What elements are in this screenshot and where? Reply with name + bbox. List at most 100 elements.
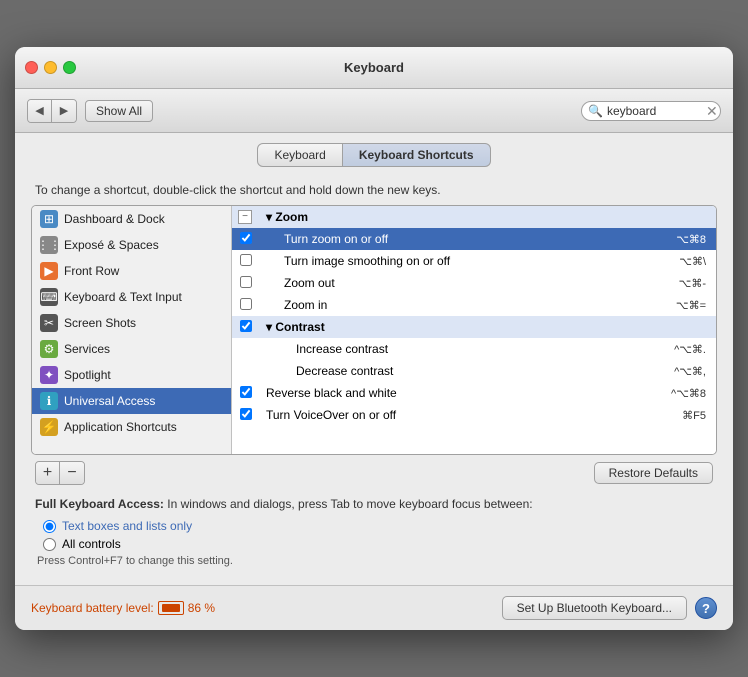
zoom-in-label: Zoom in — [260, 294, 622, 316]
tab-keyboard[interactable]: Keyboard — [257, 143, 342, 167]
zoom-on-off-label: Turn zoom on or off — [260, 228, 622, 250]
sidebar-item-label: Front Row — [64, 264, 119, 278]
shortcut-row-zoom-in[interactable]: Zoom in ⌥⌘= — [232, 294, 716, 316]
zoom-button[interactable] — [63, 61, 76, 74]
universal-access-icon: ℹ — [40, 392, 58, 410]
shortcut-row-voiceover[interactable]: Turn VoiceOver on or off ⌘F5 — [232, 404, 716, 426]
minimize-button[interactable] — [44, 61, 57, 74]
screen-shots-icon: ✂ — [40, 314, 58, 332]
services-icon: ⚙ — [40, 340, 58, 358]
main-window: Keyboard ◀ ▶ Show All 🔍 ✕ Keyboard Keybo… — [15, 47, 733, 630]
hint-text: To change a shortcut, double-click the s… — [31, 173, 717, 205]
search-icon: 🔍 — [588, 104, 603, 118]
shortcut-row-zoom-out[interactable]: Zoom out ⌥⌘- — [232, 272, 716, 294]
zoom-out-keys: ⌥⌘- — [622, 272, 716, 294]
battery-label: Keyboard battery level: — [31, 601, 154, 615]
section-contrast-header[interactable]: ▾ Contrast — [232, 316, 716, 338]
radio-group: Text boxes and lists only All controls — [43, 519, 713, 551]
increase-contrast-keys: ^⌥⌘. — [622, 338, 716, 360]
shortcut-row-reverse-bw[interactable]: Reverse black and white ^⌥⌘8 — [232, 382, 716, 404]
forward-button[interactable]: ▶ — [52, 100, 76, 122]
restore-defaults-button[interactable]: Restore Defaults — [594, 462, 713, 484]
sidebar-item-spotlight[interactable]: ✦ Spotlight — [32, 362, 231, 388]
battery-bar — [162, 604, 180, 612]
reverse-bw-checkbox[interactable] — [240, 386, 252, 398]
main-panel: ⊞ Dashboard & Dock ⋮⋮ Exposé & Spaces ▶ … — [31, 205, 717, 455]
shortcut-row-increase-contrast[interactable]: Increase contrast ^⌥⌘. — [232, 338, 716, 360]
zoom-out-checkbox[interactable] — [240, 276, 252, 288]
radio-all-controls[interactable]: All controls — [43, 537, 713, 551]
shortcut-row-zoom-smooth[interactable]: Turn image smoothing on or off ⌥⌘\ — [232, 250, 716, 272]
close-button[interactable] — [25, 61, 38, 74]
status-right: Set Up Bluetooth Keyboard... ? — [502, 596, 717, 620]
bluetooth-button[interactable]: Set Up Bluetooth Keyboard... — [502, 596, 687, 620]
zoom-collapse-icon[interactable]: − — [238, 210, 252, 224]
dashboard-dock-icon: ⊞ — [40, 210, 58, 228]
battery-percent: 86 % — [188, 601, 215, 615]
radio-all-controls-input[interactable] — [43, 538, 56, 551]
radio-text-boxes-label: Text boxes and lists only — [62, 519, 192, 533]
spotlight-icon: ✦ — [40, 366, 58, 384]
zoom-smooth-checkbox[interactable] — [240, 254, 252, 266]
voiceover-label: Turn VoiceOver on or off — [260, 404, 622, 426]
zoom-out-label: Zoom out — [260, 272, 622, 294]
radio-text-boxes[interactable]: Text boxes and lists only — [43, 519, 713, 533]
radio-text-boxes-input[interactable] — [43, 520, 56, 533]
zoom-on-off-keys: ⌥⌘8 — [622, 228, 716, 250]
front-row-icon: ▶ — [40, 262, 58, 280]
increase-contrast-label: Increase contrast — [260, 338, 622, 360]
tabs-row: Keyboard Keyboard Shortcuts — [15, 133, 733, 173]
sidebar-item-label: Dashboard & Dock — [64, 212, 165, 226]
sidebar-item-label: Exposé & Spaces — [64, 238, 159, 252]
zoom-smooth-label: Turn image smoothing on or off — [260, 250, 622, 272]
full-keyboard-access-section: Full Keyboard Access: In windows and dia… — [31, 485, 717, 573]
full-access-title: Full Keyboard Access: In windows and dia… — [35, 497, 713, 511]
remove-button[interactable]: − — [60, 462, 84, 484]
sidebar-list: ⊞ Dashboard & Dock ⋮⋮ Exposé & Spaces ▶ … — [32, 206, 232, 454]
show-all-button[interactable]: Show All — [85, 100, 153, 122]
contrast-section-checkbox[interactable] — [240, 320, 252, 332]
battery-icon — [158, 601, 184, 615]
shortcuts-panel: − ▾ Zoom Turn zoom on or off — [232, 206, 716, 454]
help-button[interactable]: ? — [695, 597, 717, 619]
sidebar-item-app-shortcuts[interactable]: ⚡ Application Shortcuts — [32, 414, 231, 440]
sidebar-item-universal-access[interactable]: ℹ Universal Access — [32, 388, 231, 414]
search-clear-button[interactable]: ✕ — [706, 104, 718, 118]
window-title: Keyboard — [344, 60, 404, 75]
sidebar-item-expose-spaces[interactable]: ⋮⋮ Exposé & Spaces — [32, 232, 231, 258]
search-box: 🔍 ✕ — [581, 101, 721, 121]
sidebar-item-label: Keyboard & Text Input — [64, 290, 182, 304]
radio-all-controls-label: All controls — [62, 537, 121, 551]
expose-spaces-icon: ⋮⋮ — [40, 236, 58, 254]
voiceover-checkbox[interactable] — [240, 408, 252, 420]
sidebar-item-label: Screen Shots — [64, 316, 136, 330]
traffic-lights — [25, 61, 76, 74]
sidebar-item-label: Spotlight — [64, 368, 111, 382]
shortcut-row-zoom-on-off[interactable]: Turn zoom on or off ⌥⌘8 — [232, 228, 716, 250]
decrease-contrast-keys: ^⌥⌘, — [622, 360, 716, 382]
tab-keyboard-shortcuts[interactable]: Keyboard Shortcuts — [343, 143, 491, 167]
back-button[interactable]: ◀ — [28, 100, 52, 122]
sidebar-item-front-row[interactable]: ▶ Front Row — [32, 258, 231, 284]
sidebar-item-keyboard-text[interactable]: ⌨ Keyboard & Text Input — [32, 284, 231, 310]
contrast-section-label: ▾ Contrast — [266, 320, 325, 334]
zoom-section-label: ▾ Zoom — [266, 210, 308, 224]
zoom-in-keys: ⌥⌘= — [622, 294, 716, 316]
sidebar-item-screen-shots[interactable]: ✂ Screen Shots — [32, 310, 231, 336]
add-button[interactable]: + — [36, 462, 60, 484]
zoom-in-checkbox[interactable] — [240, 298, 252, 310]
search-input[interactable] — [607, 104, 702, 118]
sidebar-item-dashboard-dock[interactable]: ⊞ Dashboard & Dock — [32, 206, 231, 232]
add-remove-buttons: + − — [35, 461, 85, 485]
app-shortcuts-icon: ⚡ — [40, 418, 58, 436]
shortcut-row-decrease-contrast[interactable]: Decrease contrast ^⌥⌘, — [232, 360, 716, 382]
zoom-on-off-checkbox[interactable] — [240, 232, 252, 244]
section-zoom-header[interactable]: − ▾ Zoom — [232, 206, 716, 228]
sidebar-item-services[interactable]: ⚙ Services — [32, 336, 231, 362]
sidebar-item-label: Universal Access — [64, 394, 155, 408]
battery-status: Keyboard battery level: 86 % — [31, 601, 215, 615]
keyboard-text-icon: ⌨ — [40, 288, 58, 306]
shortcuts-table: − ▾ Zoom Turn zoom on or off — [232, 206, 716, 426]
zoom-smooth-keys: ⌥⌘\ — [622, 250, 716, 272]
nav-buttons: ◀ ▶ — [27, 99, 77, 123]
